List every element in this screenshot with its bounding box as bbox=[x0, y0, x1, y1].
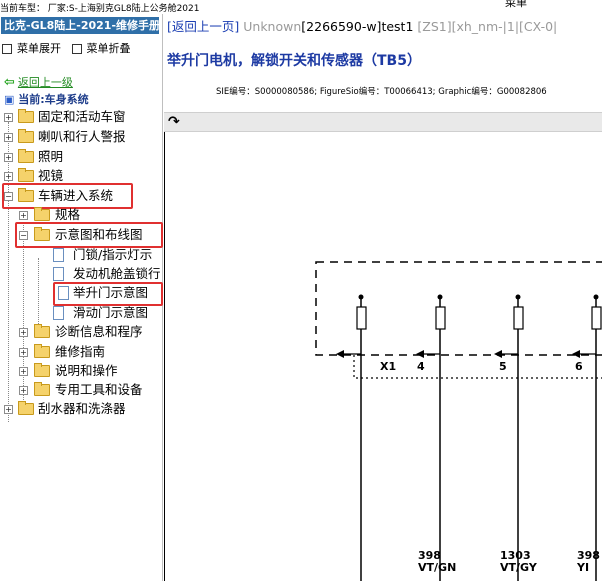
folder-icon bbox=[18, 168, 34, 182]
diagram-toolbar: ↷ bbox=[164, 112, 602, 132]
pin-1 bbox=[336, 294, 367, 581]
pin-number: 5 bbox=[499, 360, 507, 373]
tree-item-label: 说明和操作 bbox=[55, 363, 118, 378]
tree-line bbox=[8, 122, 9, 422]
folder-icon bbox=[34, 363, 50, 377]
expand-icon[interactable]: + bbox=[4, 405, 13, 414]
wire-color: YI bbox=[576, 561, 589, 574]
crumb-code: [2266590-w]test1 bbox=[301, 19, 414, 34]
breadcrumb: [返回上一页] Unknown[2266590-w]test1 [ZS1][xh… bbox=[167, 16, 557, 35]
back-arrow-icon: ⇦ bbox=[4, 75, 15, 90]
page-icon bbox=[53, 248, 64, 262]
folder-icon bbox=[18, 149, 34, 163]
sidebar: 比克-GL8陆上-2021-维修手册 菜单展开 菜单折叠 ⇦ 返回上一级 ▣ 当前… bbox=[0, 14, 163, 581]
redo-arrow-icon[interactable]: ↷ bbox=[168, 114, 180, 130]
page-icon bbox=[53, 306, 64, 320]
highlight-box bbox=[53, 282, 163, 306]
expand-icon[interactable]: + bbox=[4, 172, 13, 181]
tree-item-label: 专用工具和设备 bbox=[55, 382, 143, 397]
wire-color: VT/GY bbox=[500, 561, 538, 574]
tree-item-label: 发动机舱盖锁行 bbox=[73, 266, 161, 281]
back-page-link[interactable]: [返回上一页] bbox=[167, 19, 239, 34]
tree-line bbox=[38, 258, 39, 328]
tree-item-label: 诊断信息和程序 bbox=[55, 324, 143, 339]
top-bar: 当前车型： 厂家:S-上海别克GL8陆上公务舱2021 菜单 bbox=[0, 0, 602, 14]
back-link-label: 返回上一级 bbox=[17, 76, 73, 89]
folder-icon bbox=[34, 324, 50, 338]
folder-icon bbox=[34, 344, 50, 358]
folder-icon bbox=[18, 109, 34, 123]
expand-icon[interactable]: + bbox=[19, 386, 28, 395]
expand-icon[interactable]: + bbox=[4, 153, 13, 162]
expand-icon[interactable]: + bbox=[19, 367, 28, 376]
back-link[interactable]: ⇦ 返回上一级 bbox=[4, 74, 73, 90]
page-title: 举升门电机，解锁开关和传感器（TB5） bbox=[167, 53, 421, 69]
current-system: ▣ 当前:车身系统 bbox=[4, 91, 89, 107]
expand-icon[interactable]: + bbox=[19, 211, 28, 220]
folder-icon bbox=[18, 129, 34, 143]
current-vehicle-label: 当前车型： 厂家:S-上海别克GL8陆上公务舱2021 bbox=[0, 4, 200, 14]
current-system-label: 当前:车身系统 bbox=[18, 93, 89, 106]
wire-color: VT/GN bbox=[418, 561, 456, 574]
tree-item-label: 维修指南 bbox=[55, 344, 106, 359]
menu-expand-button[interactable]: 菜单展开 bbox=[17, 42, 61, 55]
crumb-unknown: Unknown bbox=[243, 19, 302, 34]
pin-5 bbox=[494, 294, 524, 581]
system-icon: ▣ bbox=[4, 93, 15, 106]
pin-number: 4 bbox=[417, 360, 425, 373]
pin-number: 6 bbox=[575, 360, 583, 373]
expand-icon[interactable]: + bbox=[19, 328, 28, 337]
wiring-diagram: X1 4 5 6 398 VT/GN 1303 VT/GY 398 YI bbox=[164, 132, 602, 581]
connector-label: X1 bbox=[380, 360, 396, 373]
menu-actions: 菜单展开 菜单折叠 bbox=[2, 40, 131, 56]
tree-item-label: 滑动门示意图 bbox=[73, 305, 149, 320]
pin-4 bbox=[416, 294, 446, 581]
manual-title: 比克-GL8陆上-2021-维修手册 bbox=[1, 17, 159, 34]
page-icon bbox=[53, 267, 64, 281]
sie-line: SIE编号：S0000080586; FigureSio编号：T00066413… bbox=[216, 87, 547, 97]
menu-collapse-button[interactable]: 菜单折叠 bbox=[87, 42, 131, 55]
crumb-tags: [ZS1][xh_nm-|1|[CX-0| bbox=[417, 19, 558, 34]
folder-icon bbox=[18, 401, 34, 415]
menu-button[interactable]: 菜单 bbox=[505, 0, 527, 10]
tree-item-label: 照明 bbox=[38, 149, 64, 164]
tree-item-label: 门锁/指示灯示 bbox=[73, 247, 153, 262]
tree-item-label: 固定和活动车窗 bbox=[38, 109, 126, 124]
expand-icon[interactable]: + bbox=[4, 113, 13, 122]
expand-icon[interactable]: + bbox=[19, 348, 28, 357]
tree-item-label: 喇叭和行人警报 bbox=[38, 129, 126, 144]
tree-item-label: 刮水器和洗涤器 bbox=[38, 401, 126, 416]
expand-icon bbox=[2, 44, 12, 54]
pin-6 bbox=[572, 294, 602, 581]
folder-icon bbox=[34, 382, 50, 396]
expand-icon[interactable]: + bbox=[4, 133, 13, 142]
collapse-icon bbox=[71, 44, 82, 54]
highlight-box bbox=[15, 222, 163, 248]
content-pane: [返回上一页] Unknown[2266590-w]test1 [ZS1][xh… bbox=[164, 14, 602, 581]
folder-icon bbox=[34, 207, 50, 221]
